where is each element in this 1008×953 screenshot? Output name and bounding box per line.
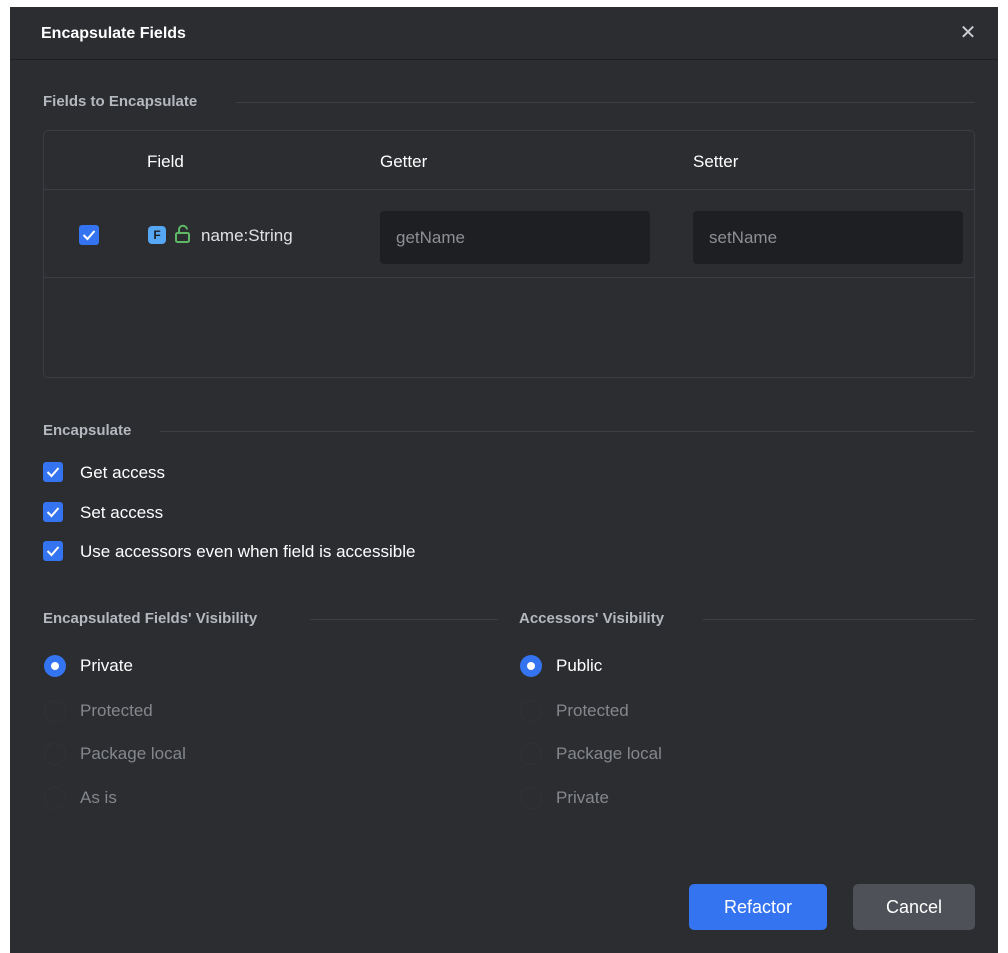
get-access-checkbox[interactable] (43, 462, 63, 482)
header-divider (44, 189, 974, 190)
field-icon: F (148, 226, 166, 244)
fields-visibility-as-is-radio[interactable] (44, 787, 66, 809)
fields-table: Field Getter Setter F name:String getNam… (43, 130, 975, 378)
unlock-icon (174, 224, 192, 249)
use-accessors-label: Use accessors even when field is accessi… (80, 542, 416, 561)
accessors-visibility-public-label: Public (556, 656, 603, 675)
accessors-visibility-protected-radio[interactable] (520, 700, 542, 722)
dialog-titlebar: Encapsulate Fields ✕ (10, 7, 998, 60)
getter-input[interactable]: getName (380, 211, 650, 264)
fields-visibility-private-label: Private (80, 656, 133, 675)
refactor-button[interactable]: Refactor (689, 884, 827, 930)
accessors-visibility-package-local-label: Package local (556, 744, 662, 763)
column-header-setter: Setter (693, 152, 739, 171)
set-access-label: Set access (80, 503, 164, 522)
column-header-field: Field (147, 152, 184, 171)
section-divider (703, 619, 975, 620)
fields-visibility-package-local-label: Package local (80, 744, 186, 763)
accessors-visibility-protected-label: Protected (556, 701, 629, 720)
accessors-visibility-private-label: Private (556, 788, 609, 807)
accessors-visibility-label: Accessors' Visibility (519, 610, 665, 627)
section-divider (310, 619, 498, 620)
field-name: name:String (201, 226, 293, 245)
close-icon[interactable]: ✕ (954, 19, 982, 47)
section-divider (236, 102, 975, 103)
row-select-checkbox[interactable] (79, 225, 99, 245)
section-divider (160, 431, 975, 432)
accessors-visibility-public-radio[interactable] (520, 655, 542, 677)
encapsulate-section-label: Encapsulate (43, 422, 132, 439)
dialog-title: Encapsulate Fields (41, 25, 186, 42)
use-accessors-checkbox[interactable] (43, 541, 63, 561)
row-divider (44, 277, 974, 278)
fields-section-label: Fields to Encapsulate (43, 93, 198, 110)
fields-visibility-private-radio[interactable] (44, 655, 66, 677)
encapsulate-fields-dialog: Encapsulate Fields ✕ Fields to Encapsula… (10, 7, 998, 953)
fields-visibility-protected-label: Protected (80, 701, 153, 720)
fields-visibility-protected-radio[interactable] (44, 700, 66, 722)
accessors-visibility-private-radio[interactable] (520, 787, 542, 809)
setter-input[interactable]: setName (693, 211, 963, 264)
fields-visibility-as-is-label: As is (80, 788, 117, 807)
cancel-button[interactable]: Cancel (853, 884, 975, 930)
fields-visibility-package-local-radio[interactable] (44, 743, 66, 765)
get-access-label: Get access (80, 463, 166, 482)
set-access-checkbox[interactable] (43, 502, 63, 522)
fields-visibility-label: Encapsulated Fields' Visibility (43, 610, 258, 627)
accessors-visibility-package-local-radio[interactable] (520, 743, 542, 765)
column-header-getter: Getter (380, 152, 428, 171)
